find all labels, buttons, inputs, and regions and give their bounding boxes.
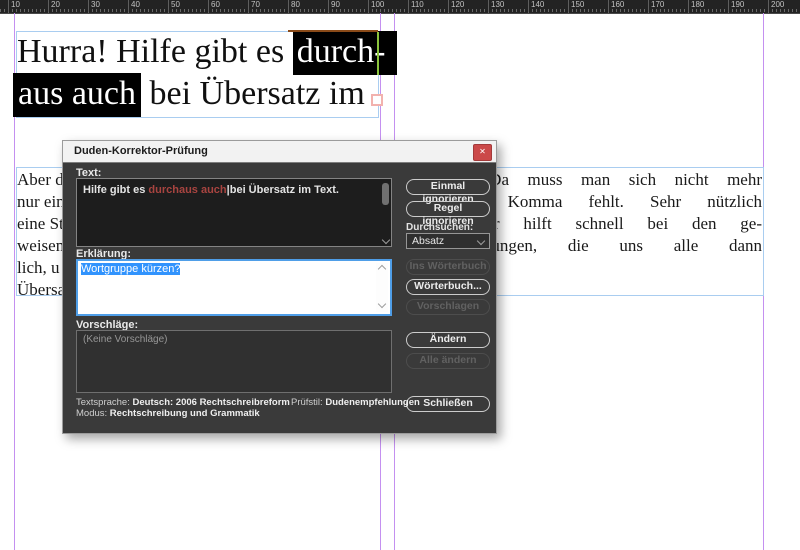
search-scope-label: Durchsuchen: bbox=[406, 222, 473, 233]
ruler-tick: 160 bbox=[608, 0, 609, 13]
status-style: Prüfstil: Dudenempfehlungen bbox=[291, 397, 420, 408]
duden-korrektor-dialog: Duden-Korrektor-Prüfung ✕ Text: Hilfe gi… bbox=[62, 140, 497, 434]
ruler-tick: 30 bbox=[88, 0, 89, 13]
change-all-button: Alle ändern bbox=[406, 353, 490, 369]
ruler-tick: 20 bbox=[48, 0, 49, 13]
ruler-tick: 190 bbox=[728, 0, 729, 13]
error-text: durchaus auch bbox=[148, 184, 226, 196]
ruler-tick: 70 bbox=[248, 0, 249, 13]
ruler-tick: 110 bbox=[408, 0, 409, 13]
explanation-scrollbar[interactable] bbox=[376, 263, 388, 312]
close-icon[interactable]: ✕ bbox=[473, 144, 492, 161]
ruler-tick: 180 bbox=[688, 0, 689, 13]
search-scope-select[interactable]: Absatz bbox=[406, 233, 490, 249]
frame-edge-orange bbox=[288, 30, 378, 32]
chevron-down-icon bbox=[477, 237, 485, 245]
scrollbar-thumb[interactable] bbox=[382, 183, 389, 205]
headline-line2: aus auch bei Übersatz im bbox=[17, 73, 397, 115]
dialog-title: Duden-Korrektor-Prüfung bbox=[74, 145, 208, 157]
change-button[interactable]: Ändern bbox=[406, 332, 490, 348]
no-suggestions-text: (Keine Vorschläge) bbox=[83, 334, 168, 345]
status-mode: Modus: Rechtschreibung und Grammatik bbox=[76, 408, 260, 419]
highlighted-text: durch- bbox=[293, 31, 398, 75]
dictionary-button[interactable]: Wörterbuch... bbox=[406, 279, 490, 295]
selected-text: Wortgruppe kürzen? bbox=[81, 263, 180, 275]
horizontal-ruler[interactable]: 10 20 30 40 50 60 70 80 90 100 110 120 130 140 150 160 1… bbox=[0, 0, 800, 14]
ignore-rule-button[interactable]: Regel ignorieren bbox=[406, 201, 490, 217]
overset-text-indicator[interactable] bbox=[371, 94, 383, 106]
ruler-tick: 150 bbox=[568, 0, 569, 13]
ruler-tick: 90 bbox=[328, 0, 329, 13]
ruler-tick: 80 bbox=[288, 0, 289, 13]
status-language: Textsprache: Deutsch: 2006 Rechtschreibr… bbox=[76, 397, 290, 408]
suggest-button: Vorschlagen bbox=[406, 299, 490, 315]
dialog-titlebar[interactable]: Duden-Korrektor-Prüfung ✕ bbox=[63, 141, 496, 163]
ruler-tick: 120 bbox=[448, 0, 449, 13]
explanation-field[interactable]: Wortgruppe kürzen? bbox=[76, 259, 392, 316]
frame-edge-green bbox=[377, 32, 379, 75]
ruler-tick: 140 bbox=[528, 0, 529, 13]
ruler-tick: 130 bbox=[488, 0, 489, 13]
headline-line1: Hurra! Hilfe gibt es durch- bbox=[17, 31, 397, 73]
suggestions-list[interactable]: (Keine Vorschläge) bbox=[76, 330, 392, 393]
checked-text-field[interactable]: Hilfe gibt es durchaus auch|bei Übersatz… bbox=[76, 178, 392, 247]
ruler-tick: 100 bbox=[368, 0, 369, 13]
ignore-once-button[interactable]: Einmal ignorieren bbox=[406, 179, 490, 195]
ruler-tick: 50 bbox=[168, 0, 169, 13]
scroll-up-icon[interactable] bbox=[378, 265, 386, 273]
ruler-tick: 200 bbox=[768, 0, 769, 13]
add-to-dictionary-button: Ins Wörterbuch bbox=[406, 259, 490, 275]
scroll-down-icon[interactable] bbox=[378, 300, 386, 308]
indesign-workspace: { "colors": { "guide": "#c490f0", "frame… bbox=[0, 0, 800, 550]
headline-text-frame[interactable]: Hurra! Hilfe gibt es durch- aus auch bei… bbox=[17, 31, 397, 115]
ruler-tick: 40 bbox=[128, 0, 129, 13]
highlighted-text: aus auch bbox=[13, 73, 141, 117]
scroll-down-icon[interactable] bbox=[382, 236, 390, 244]
ruler-tick: 10 bbox=[8, 0, 9, 13]
ruler-tick: 170 bbox=[648, 0, 649, 13]
ruler-tick: 60 bbox=[208, 0, 209, 13]
